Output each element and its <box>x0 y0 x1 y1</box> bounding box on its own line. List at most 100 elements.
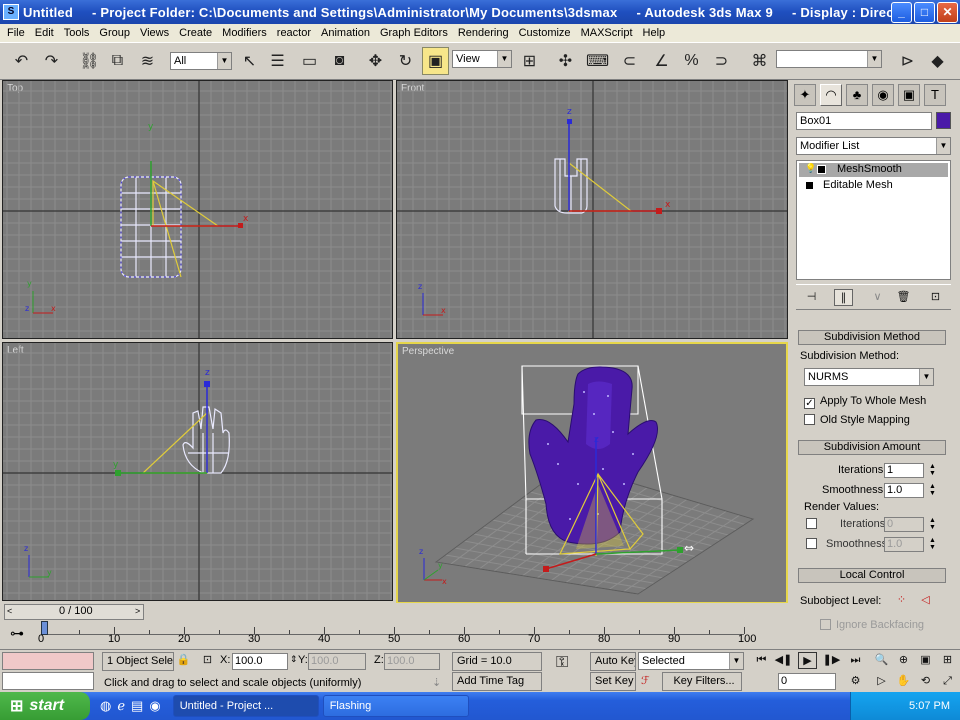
mirror-icon[interactable]: ⊳ <box>894 47 921 75</box>
modifier-list-dropdown[interactable]: Modifier List ▼ <box>796 137 951 155</box>
quicklaunch-ie-icon[interactable]: ℯ <box>117 698 125 714</box>
quicklaunch-desktop-icon[interactable]: ▤ <box>131 698 143 714</box>
zoom-icon[interactable]: 🔍 <box>872 652 891 669</box>
modify-tab-icon[interactable]: ◠ <box>820 84 842 106</box>
rollout-subdivision-method[interactable]: Subdivision Method <box>798 330 946 345</box>
x-spinner-icon[interactable]: ⇕ <box>290 654 298 665</box>
menu-help[interactable]: Help <box>638 27 671 39</box>
menu-rendering[interactable]: Rendering <box>453 27 514 39</box>
object-name-field[interactable]: Box01 <box>796 112 932 130</box>
prev-frame-icon[interactable]: < <box>7 606 12 616</box>
named-selection-dropdown[interactable]: ▼ <box>776 50 882 68</box>
go-to-end-icon[interactable]: ⏭ <box>846 652 865 669</box>
render-iterations-row[interactable] <box>806 518 822 530</box>
vertex-level-icon[interactable]: ⁘ <box>892 592 911 609</box>
menu-create[interactable]: Create <box>174 27 217 39</box>
y-coord-field[interactable]: 100.0 <box>308 653 366 670</box>
render-iterations-checkbox[interactable] <box>806 518 817 529</box>
curve-editor-icon[interactable]: ⊶ <box>10 625 24 642</box>
key-set-dropdown[interactable]: Selected ▼ <box>638 652 744 670</box>
angle-snap-icon[interactable]: ∠ <box>648 47 675 75</box>
lightbulb-icon[interactable]: 💡 <box>805 163 816 174</box>
redo-icon[interactable]: ↷ <box>38 47 65 75</box>
viewport-front[interactable]: Front z x z x <box>396 80 788 339</box>
remove-modifier-icon[interactable]: 🗑 <box>894 289 913 306</box>
align-icon[interactable]: ◆ <box>924 47 951 75</box>
current-frame-field[interactable]: 0 <box>778 673 836 690</box>
make-unique-icon[interactable]: ∨ <box>868 289 887 306</box>
render-iterations-spinner[interactable]: 0 <box>884 517 924 532</box>
task-3dsmax[interactable]: Untitled - Project ... <box>172 695 319 717</box>
subdivision-method-dropdown[interactable]: NURMS ▼ <box>804 368 934 386</box>
scale-icon[interactable]: ▣ <box>422 47 449 75</box>
reference-coord-dropdown[interactable]: View ▼ <box>452 50 512 68</box>
previous-frame-icon[interactable]: ◀❚ <box>774 652 793 669</box>
play-icon[interactable]: ▶ <box>798 652 817 669</box>
close-button[interactable]: ✕ <box>937 1 958 23</box>
smoothness-spinner[interactable]: 1.0 <box>884 483 924 498</box>
pin-stack-icon[interactable]: ⊣ <box>802 289 821 306</box>
menu-maxscript[interactable]: MAXScript <box>576 27 638 39</box>
x-coord-field[interactable]: 100.0 <box>232 653 288 670</box>
window-crossing-icon[interactable]: ◙ <box>326 47 353 75</box>
render-smoothness-row[interactable] <box>806 538 822 550</box>
render-smoothness-checkbox[interactable] <box>806 538 817 549</box>
time-slider[interactable]: < 0 / 100 > <box>4 604 144 620</box>
undo-icon[interactable]: ↶ <box>8 47 35 75</box>
viewport-left[interactable]: Left z y z y <box>2 342 393 601</box>
set-key-button[interactable]: Set Key <box>590 672 636 691</box>
unlink-icon[interactable]: ⧉ <box>104 47 131 75</box>
zoom-extents-all-icon[interactable]: ⊞ <box>938 652 957 669</box>
menu-tools[interactable]: Tools <box>59 27 95 39</box>
ignore-backfacing-row[interactable]: Ignore Backfacing <box>820 619 924 631</box>
zoom-all-icon[interactable]: ⊕ <box>894 652 913 669</box>
lock-selection-icon[interactable]: 🔒 <box>174 652 193 669</box>
key-filters-button[interactable]: Key Filters... <box>662 672 742 691</box>
timeline[interactable]: ⊶ 0 10 20 30 40 50 60 70 80 90 100 <box>0 621 792 649</box>
menu-edit[interactable]: Edit <box>30 27 59 39</box>
render-smoothness-spinner[interactable]: 1.0 <box>884 537 924 552</box>
zoom-extents-icon[interactable]: ▣ <box>916 652 935 669</box>
render-iterations-spinner-arrows[interactable]: ▲ ▼ <box>928 517 937 532</box>
hierarchy-tab-icon[interactable]: ♣ <box>846 84 868 106</box>
iterations-spinner[interactable]: 1 <box>884 463 924 478</box>
move-icon[interactable]: ✥ <box>362 47 389 75</box>
next-frame-icon[interactable]: > <box>135 606 140 616</box>
menu-graph-editors[interactable]: Graph Editors <box>375 27 453 39</box>
menu-animation[interactable]: Animation <box>316 27 375 39</box>
show-end-result-icon[interactable]: ∥ <box>834 289 853 306</box>
app-icon[interactable]: S <box>3 4 19 20</box>
arc-rotate-icon[interactable]: ⟲ <box>916 673 935 690</box>
menu-customize[interactable]: Customize <box>514 27 576 39</box>
select-manipulate-icon[interactable]: ✣ <box>552 47 579 75</box>
add-time-tag-button[interactable]: Add Time Tag <box>452 672 542 691</box>
rollout-subdivision-amount[interactable]: Subdivision Amount <box>798 440 946 455</box>
render-smoothness-spinner-arrows[interactable]: ▲ ▼ <box>928 537 937 552</box>
ignore-backfacing-checkbox[interactable] <box>820 619 831 630</box>
set-key-icon[interactable]: ℱ <box>641 674 650 687</box>
minimize-button[interactable]: _ <box>891 1 912 23</box>
quicklaunch-firefox-icon[interactable]: ◍ <box>100 698 111 714</box>
select-by-name-icon[interactable]: ☰ <box>264 47 291 75</box>
time-config-icon[interactable]: ⚙ <box>846 673 865 690</box>
selection-filter-dropdown[interactable]: All ▼ <box>170 52 232 70</box>
menu-modifiers[interactable]: Modifiers <box>217 27 272 39</box>
old-style-mapping-checkbox[interactable] <box>804 414 815 425</box>
maximize-viewport-icon[interactable]: ⤢ <box>938 673 957 690</box>
select-object-icon[interactable]: ↖ <box>236 47 263 75</box>
spinner-snap-icon[interactable]: ⊃ <box>708 47 735 75</box>
snap-toggle-icon[interactable]: ⊂ <box>616 47 643 75</box>
expand-icon[interactable] <box>805 181 814 190</box>
object-color-swatch[interactable] <box>936 112 951 129</box>
next-frame-icon[interactable]: ❚▶ <box>822 652 841 669</box>
maxscript-listener-output[interactable] <box>2 672 94 690</box>
percent-snap-icon[interactable]: % <box>678 47 705 75</box>
start-button[interactable]: ⊞ start <box>0 692 90 720</box>
edge-level-icon[interactable]: ◁ <box>916 592 935 609</box>
maxscript-listener-mini[interactable] <box>2 652 94 670</box>
smoothness-spinner-arrows[interactable]: ▲ ▼ <box>928 483 937 498</box>
menu-group[interactable]: Group <box>94 27 135 39</box>
auto-key-button[interactable]: Auto Key <box>590 652 636 671</box>
rect-selection-icon[interactable]: ▭ <box>296 47 323 75</box>
key-mode-icon[interactable]: ⚿ <box>556 654 568 672</box>
